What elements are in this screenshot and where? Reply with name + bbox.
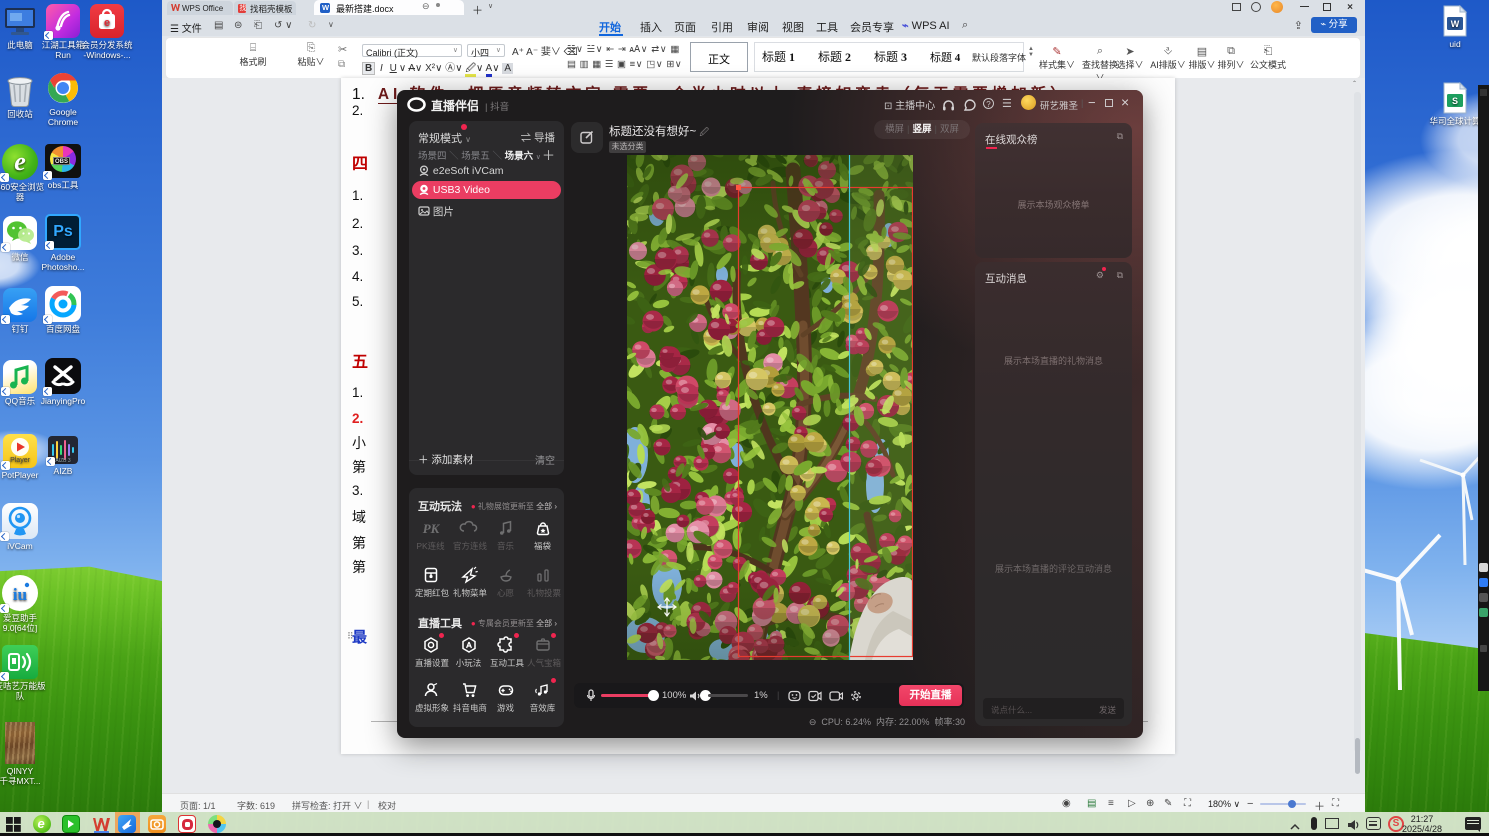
- svg-text:W: W: [1451, 19, 1460, 29]
- svg-text:AIZB 3: AIZB 3: [55, 458, 71, 464]
- svg-text:S: S: [1452, 96, 1458, 106]
- svg-text:PK: PK: [422, 521, 440, 536]
- svg-text:e: e: [104, 17, 110, 29]
- svg-text:Player: Player: [10, 457, 31, 464]
- svg-text:iu: iu: [13, 585, 27, 604]
